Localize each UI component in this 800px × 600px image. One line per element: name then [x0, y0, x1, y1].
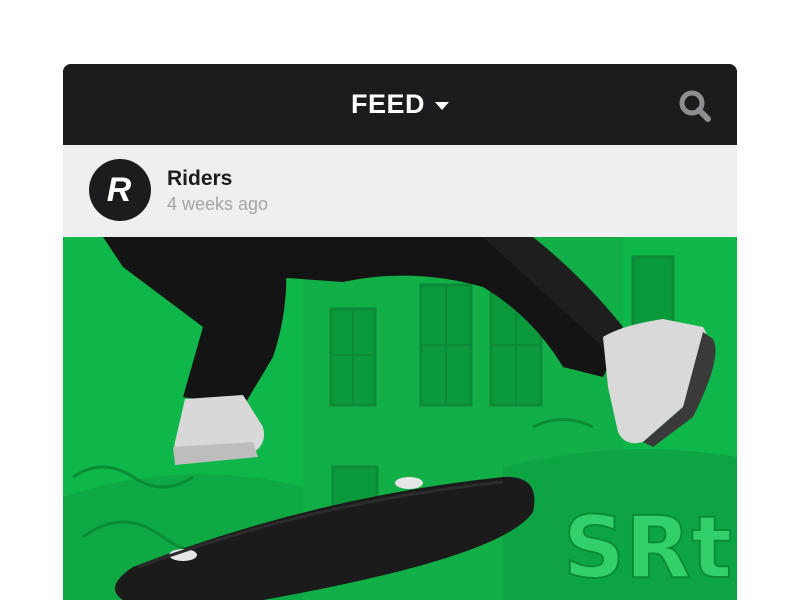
post-header: R Riders 4 weeks ago	[63, 145, 737, 237]
post-timestamp: 4 weeks ago	[167, 194, 269, 214]
graffiti-text: SRt	[563, 498, 732, 598]
post-image[interactable]: SRt	[63, 237, 737, 600]
feed-title: FEED	[350, 89, 425, 119]
feed-dropdown-toggle[interactable]: FEED	[63, 64, 737, 145]
top-navigation-bar: FEED	[63, 64, 737, 145]
search-button[interactable]	[677, 88, 713, 124]
skateboard-photo: SRt	[63, 237, 737, 600]
avatar-logo-letter: R	[106, 170, 132, 209]
post-author-name[interactable]: Riders	[167, 167, 232, 191]
avatar[interactable]: R	[89, 159, 151, 221]
caret-down-icon	[435, 101, 449, 110]
app-frame: FEED R Riders 4 weeks ago SRt	[63, 64, 737, 600]
search-icon	[679, 90, 711, 122]
